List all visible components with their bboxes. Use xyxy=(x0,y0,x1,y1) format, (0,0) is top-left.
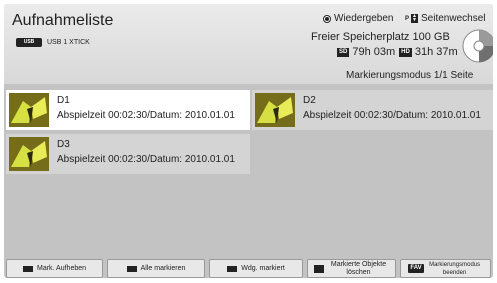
thumbnail-image xyxy=(255,93,295,127)
recording-item-d3[interactable]: D3 Abspielzeit 00:02:30/Datum: 2010.01.0… xyxy=(6,134,250,174)
disk-icon xyxy=(462,29,493,63)
usb-device: USB USB 1 XTICK xyxy=(16,38,90,47)
hd-badge: HD xyxy=(399,47,412,57)
hd-time: 31h 37m xyxy=(414,46,458,58)
yellow-key-icon xyxy=(227,265,238,272)
usb-icon: USB xyxy=(16,38,42,47)
p-key-label: P xyxy=(405,15,410,22)
thumbnail-image xyxy=(9,137,49,171)
red-key-icon xyxy=(22,265,33,272)
recording-name: D1 xyxy=(57,95,70,106)
recording-item-d2[interactable]: D2 Abspielzeit 00:02:30/Datum: 2010.01.0… xyxy=(252,90,493,130)
recording-info: Abspielzeit 00:02:30/Datum: 2010.01.01 xyxy=(303,110,481,121)
recording-name: D2 xyxy=(303,95,316,106)
end-mark-mode-button[interactable]: FAV Markierungsmodus beenden xyxy=(400,259,491,278)
free-storage: Freier Speicherplatz 100 GB xyxy=(311,31,450,43)
hint-page-label: Seitenwechsel xyxy=(421,13,486,24)
footer-button-bar: Mark. Aufheben Alle markieren Wdg. marki… xyxy=(4,259,493,278)
play-marked-button[interactable]: Wdg. markiert xyxy=(209,259,303,278)
recording-info: Abspielzeit 00:02:30/Datum: 2010.01.01 xyxy=(57,110,235,121)
recording-item-d1[interactable]: D1 Abspielzeit 00:02:30/Datum: 2010.01.0… xyxy=(6,90,250,130)
delete-marked-label: Markierte Objekte löschen xyxy=(330,260,387,276)
recording-list-panel: Aufnahmeliste USB USB 1 XTICK Wiedergebe… xyxy=(4,4,493,278)
blue-key-icon xyxy=(313,264,324,273)
page-title: Aufnahmeliste xyxy=(12,12,114,29)
screen: Aufnahmeliste USB USB 1 XTICK Wiedergebe… xyxy=(0,0,497,283)
green-key-icon xyxy=(126,265,137,272)
thumbnail-image xyxy=(9,93,49,127)
delete-marked-button[interactable]: Markierte Objekte löschen xyxy=(307,259,396,278)
end-mark-mode-label: Markierungsmodus beenden xyxy=(429,261,481,276)
usb-label: USB 1 XTICK xyxy=(47,39,90,46)
ok-button-icon xyxy=(323,14,331,23)
recording-name: D3 xyxy=(57,139,70,150)
fav-key-icon: FAV xyxy=(408,264,424,273)
hint-page-change: P ▲ ▼ Seitenwechsel xyxy=(405,13,486,24)
mark-all-button[interactable]: Alle markieren xyxy=(107,259,205,278)
hint-play-label: Wiedergeben xyxy=(334,13,394,24)
header: Aufnahmeliste USB USB 1 XTICK Wiedergebe… xyxy=(4,4,493,84)
play-marked-label: Wdg. markiert xyxy=(241,264,285,272)
remaining-time: SD 79h 03m HD 31h 37m xyxy=(337,46,458,58)
page-key-icon: ▲ ▼ xyxy=(411,13,419,23)
recording-info: Abspielzeit 00:02:30/Datum: 2010.01.01 xyxy=(57,154,235,165)
sd-badge: SD xyxy=(337,47,350,57)
unmark-label: Mark. Aufheben xyxy=(36,264,87,272)
hint-play: Wiedergeben xyxy=(323,13,393,24)
sd-time: 79h 03m xyxy=(352,46,396,58)
mark-all-label: Alle markieren xyxy=(140,264,186,272)
unmark-button[interactable]: Mark. Aufheben xyxy=(6,259,103,278)
mark-mode-status: Markierungsmodus 1/1 Seite xyxy=(346,70,474,81)
